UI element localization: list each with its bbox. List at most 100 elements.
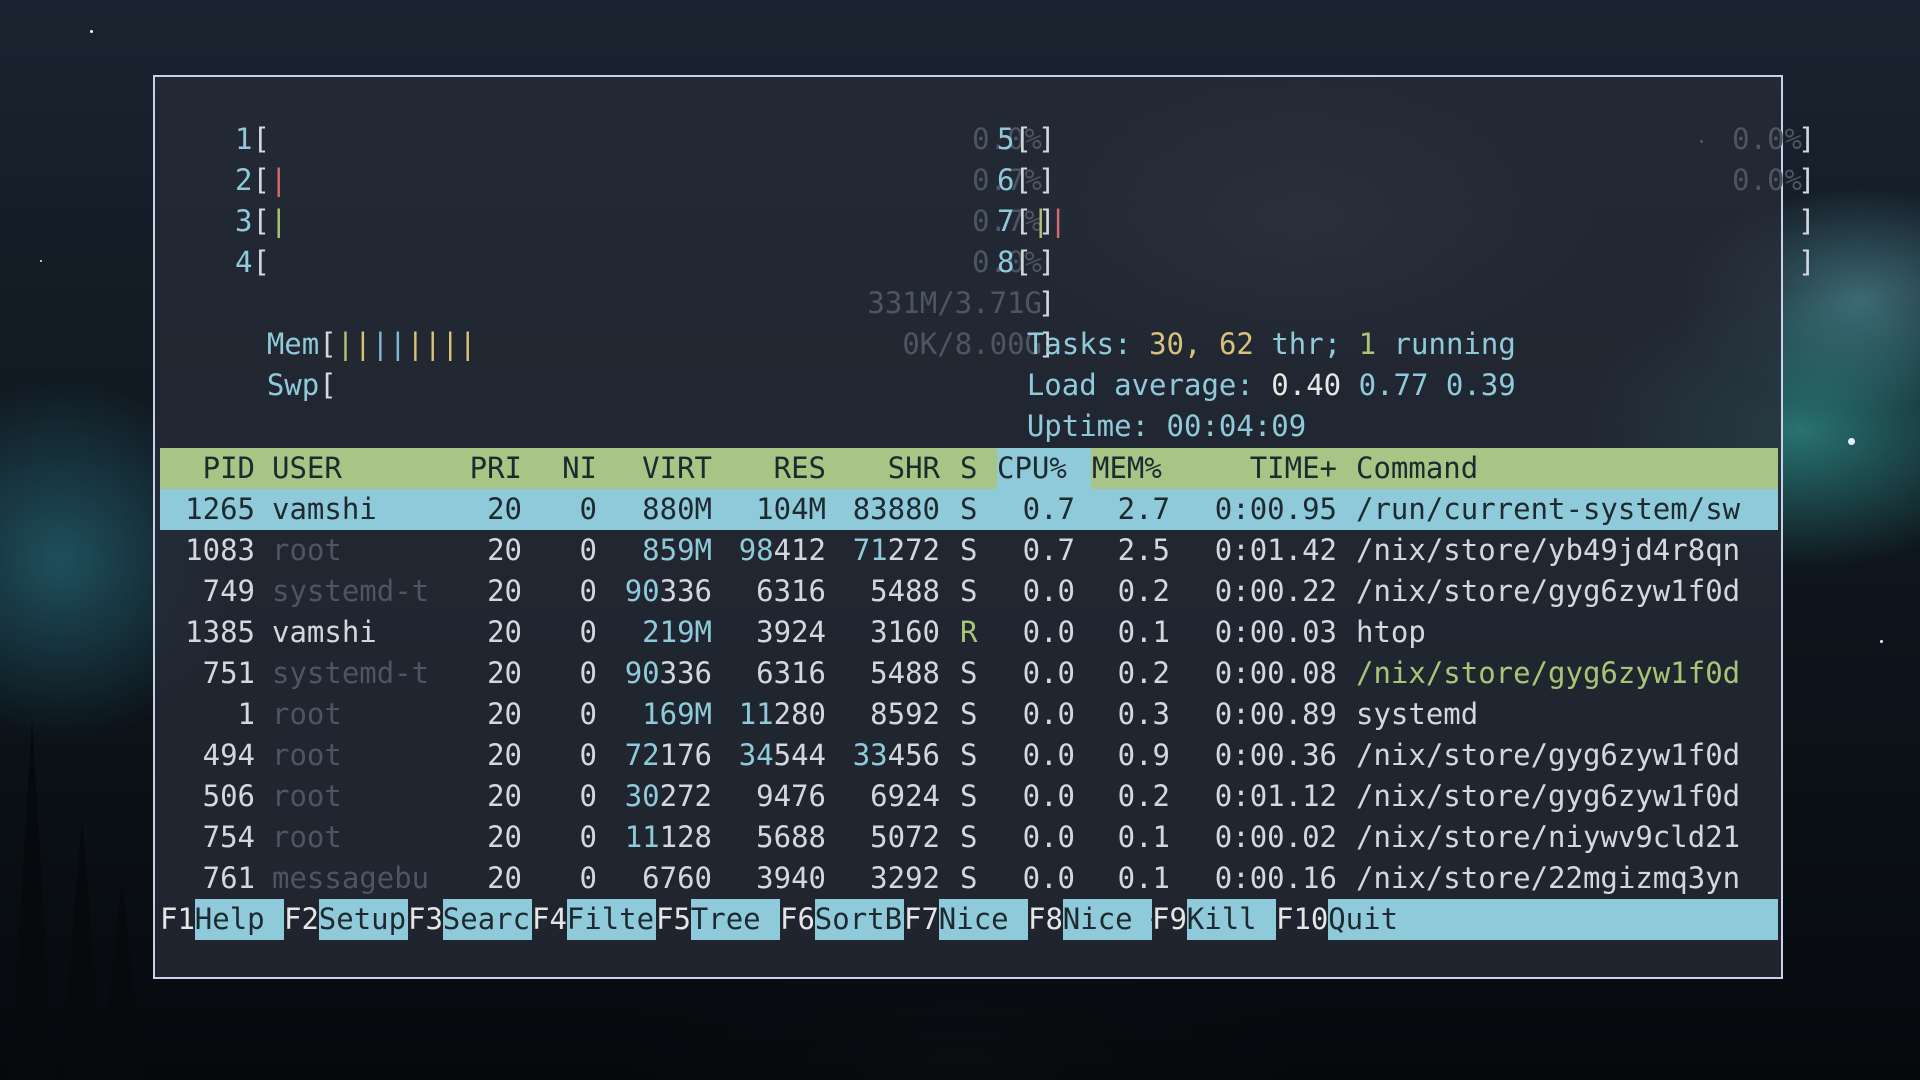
cpu-meter-label: 4 [235,245,253,279]
cell-cmd: /nix/store/gyg6zyw1f0d [1356,656,1741,690]
column-header-command[interactable]: Command [1356,448,1478,489]
cpu-meter-label: 5 [997,122,1015,156]
cell-time: 0:00.08 [1214,656,1337,690]
cell-cmd: /nix/store/22mgizmq3yn [1356,861,1741,895]
bracket-open: [ [1014,245,1032,279]
bracket-open: [ [252,245,270,279]
column-header-pid[interactable]: PID [55,448,255,489]
fkey-number: F4 [532,902,567,936]
tree-silhouette [100,880,144,1080]
fkey-number: F7 [904,902,939,936]
swap-label: Swp [266,368,320,402]
table-row[interactable]: 761 messagebu 20 0 6760 3940 3292 S 0.0 0.1 0:00.1… [160,858,1778,899]
cpu-meter-label: 2 [235,163,253,197]
cell-pid: 1385 [185,615,255,649]
mem-bar: | [389,327,407,361]
cpu-meter-4: 4[ [235,242,270,283]
load-15min: 0.39 [1445,368,1516,402]
mem-bar: | [354,327,372,361]
load-average-line: Load average: 0.40 0.77 0.39 [957,324,1516,402]
cell-pid: 754 [202,820,255,854]
cell-pid: 1 [237,697,255,731]
cpu-meter-value: 0.7% [972,163,1042,197]
bracket-close: ] [1798,163,1816,197]
fkey-number: F6 [780,902,815,936]
fkey-label-search: Search [442,899,548,940]
table-row[interactable]: 1 root 20 0 169M 11280 8592 S 0.0 0.3 0:00.89 syste… [160,694,1778,735]
cpu-meter-6: 6[ [997,160,1032,201]
fkey-number: F1 [160,902,195,936]
cell-pid: 506 [202,779,255,813]
cpu-meter-label: 8 [997,245,1015,279]
table-row[interactable]: 1385 vamshi 20 0 219M 3924 3160 R 0.0 0.1 0:00.03 h… [160,612,1778,653]
bracket-open: [ [1014,122,1032,156]
cpu-meter-8: 8[ [997,242,1032,283]
cell-cmd: /nix/store/niywv9cld21 [1356,820,1741,854]
cell-cmd: /run/current-system/sw [1356,492,1741,526]
cell-time: 0:00.03 [1214,615,1337,649]
cell-time: 0:00.16 [1214,861,1337,895]
fkey-label-quit: Quit [1328,899,1778,940]
mem-meter: Mem[|||||||| [197,283,477,361]
cell-cmd: /nix/store/yb49jd4r8qn [1356,533,1741,567]
cell-cmd: /nix/store/gyg6zyw1f0d [1356,779,1741,813]
table-row[interactable]: 1083 root 20 0 859M 98412 71272 S 0.7 2.5 0:01.42/… [160,530,1778,571]
cell-cmd: htop [1356,615,1426,649]
htop-terminal-window[interactable]: 1[0.0%] 2[| 0.7%] 3[| 0.7%] 4[0.0%] 5[0.0%] 6[… [153,75,1815,979]
cell-cmd: systemd [1356,697,1479,731]
column-header-shr[interactable]: SHR [740,448,940,489]
star [90,30,93,33]
cell-pid: 751 [202,656,255,690]
mem-bar: | [406,327,425,361]
bracket-open: [ [1014,204,1032,238]
cpu-meter-value [1452,242,1802,283]
star [1880,640,1883,643]
star [40,260,42,262]
fkey-label-kill: Kill [1186,899,1276,940]
cell-pid: 494 [202,738,255,772]
cpu-meter-3: 3[| [235,201,287,242]
cell-cmd: /nix/store/gyg6zyw1f0d [1356,738,1741,772]
table-row[interactable]: 506 root 20 0 30272 9476 6924 S 0.0 0.2 0:01.12/ni… [160,776,1778,817]
fkey-label-tree: Tree [690,899,780,940]
table-row[interactable]: 754 root 20 0 11128 5688 5072 S 0.0 0.1 0:00.02/ni… [160,817,1778,858]
table-row[interactable]: 751 systemd-t 20 0 90336 6316 5488 S 0.0 0.2 0:00.… [160,653,1778,694]
uptime-line: Uptime: 00:04:09 [957,365,1306,443]
cpu-bar: | [1049,204,1067,238]
table-row[interactable]: 494 root 20 0 72176 34544 33456 S 0.0 0.9 0:00.36/… [160,735,1778,776]
bracket-close: ] [1798,204,1816,238]
bracket-close: ] [1798,122,1816,156]
cell-time: 0:01.42 [1214,533,1337,567]
cell-pid: 761 [202,861,255,895]
fkey-label-nice: Nice + [1062,899,1168,940]
cell-time: 0:00.36 [1214,738,1337,772]
fkey-label-filter: Filter [566,899,672,940]
function-key-bar: F1 Help F2 Setup F3 Search F4 Filter F5 Tree F6… [160,899,1778,940]
bracket-open: [ [252,122,270,156]
cell-time: 0:00.22 [1214,574,1337,608]
cpu-meter-label: 7 [997,204,1015,238]
mem-bar: | [336,327,355,361]
mem-bars: |||||||| [337,327,477,361]
cpu-meter-value: 0.0% [1732,163,1802,197]
cpu-meter-value: 0.0% [1732,122,1802,156]
cell-time: 0:01.12 [1214,779,1337,813]
column-header-s[interactable]: S [960,448,977,489]
cpu-meter-value: 0.0% [972,245,1042,279]
cpu-meter-label: 6 [997,163,1015,197]
column-header-time[interactable]: TIME+ [1137,448,1337,489]
table-row[interactable]: 1265 vamshi 20 0 880M 104M 83880 S 0.7 2.7 0:00.95… [160,489,1778,530]
load-5min: 0.77 [1358,368,1429,402]
cpu-bar: | [1031,204,1050,238]
fkey-number: F5 [656,902,691,936]
tree-silhouette [10,720,54,1080]
mem-bar: | [424,327,442,361]
fkey-label-help: Help [194,899,284,940]
cpu-meter-5: 5[ [997,119,1032,160]
bracket-close: ] [1038,163,1056,197]
mem-bar: | [441,327,459,361]
uptime-label: Uptime: [1026,409,1150,443]
column-header-cpu[interactable]: CPU% [997,448,1067,489]
tasks-line: Tasks: 30, 62 thr; 1 running [957,283,1516,361]
table-row[interactable]: 749 systemd-t 20 0 90336 6316 5488 S 0.0 0.2 0:00.… [160,571,1778,612]
